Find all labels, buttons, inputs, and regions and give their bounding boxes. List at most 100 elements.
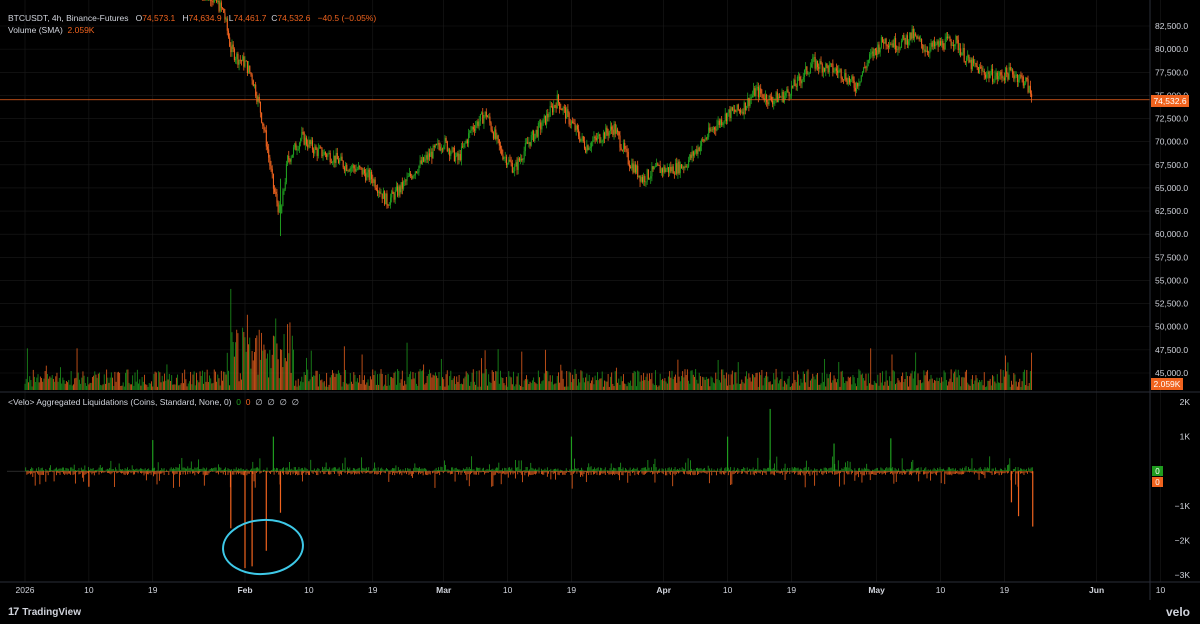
liq-bar-long — [478, 467, 480, 472]
symbol-label[interactable]: BTCUSDT, 4h, Binance-Futures — [8, 13, 128, 23]
liq-bar-short — [677, 471, 678, 473]
volume-bar — [449, 376, 451, 390]
liq-bar-long — [803, 468, 805, 472]
volume-bar — [456, 376, 458, 390]
candle-body — [496, 135, 498, 139]
liq-bar-short — [581, 471, 583, 475]
candle-body — [976, 66, 978, 68]
volume-bar — [103, 374, 105, 390]
liq-bar-short — [797, 471, 799, 475]
liq-bar-short — [830, 471, 832, 473]
liq-bar-short — [565, 471, 567, 473]
liq-bar-short — [291, 471, 293, 473]
candle-body — [631, 163, 633, 169]
liq-bar-long — [142, 469, 144, 472]
liq-bar-long — [507, 467, 509, 472]
liq-bar-short — [182, 471, 184, 475]
candle-body — [937, 41, 939, 47]
liq-bar-long — [944, 469, 946, 472]
liq-bar-long — [227, 468, 229, 472]
liq-bar-long — [531, 467, 533, 472]
liq-bar-short — [804, 471, 806, 488]
price-axis[interactable]: 82,500.080,000.077,500.075,000.072,500.0… — [1155, 21, 1188, 378]
candle-body — [397, 186, 399, 196]
liq-bar-long — [363, 468, 365, 472]
chart-canvas[interactable]: 82,500.080,000.077,500.075,000.072,500.0… — [0, 0, 1200, 624]
liq-bar-short — [940, 471, 942, 484]
volume-bar — [386, 385, 388, 390]
liq-bar-long — [382, 469, 384, 472]
candle-body — [980, 66, 982, 68]
tradingview-logo[interactable]: 17 TradingView — [8, 606, 81, 618]
candle-body — [563, 107, 565, 108]
liquidation-axis[interactable]: 2K1K−1K−2K−3K — [1175, 397, 1191, 580]
candle-body — [829, 63, 832, 65]
candle-body — [236, 53, 238, 59]
liq-bar-long — [717, 468, 719, 472]
liq-bar-short — [305, 471, 307, 475]
candle-body — [898, 47, 900, 49]
liq-bar-short — [842, 471, 844, 473]
candle-body — [947, 36, 949, 38]
volume-bar — [892, 370, 894, 390]
volume-bar — [388, 385, 390, 390]
legend-volume[interactable]: Volume (SMA) 2.059K — [8, 25, 94, 35]
volume-bar — [321, 379, 323, 390]
liq-bar-short — [889, 471, 891, 474]
candle-body — [961, 52, 963, 56]
volume-bar — [393, 372, 395, 390]
liq-bar-long — [952, 468, 954, 472]
liq-bar-short — [724, 471, 726, 475]
candle-body — [581, 136, 583, 139]
candle-body — [877, 44, 879, 55]
time-axis[interactable]: 2026 10 19 Feb 10 19 Mar 10 19 Apr 10 19 May 10 19 Jun 1… — [16, 585, 1200, 595]
liq-bar-long — [499, 470, 501, 472]
liq-bar-long — [724, 468, 726, 472]
volume-bar — [413, 378, 415, 390]
liq-bar-short — [985, 471, 987, 473]
legend-liquidations[interactable]: <Velo> Aggregated Liquidations (Coins, S… — [8, 397, 299, 408]
liq-bar-long — [428, 470, 430, 472]
volume-bar — [715, 372, 717, 390]
liq-bar-short — [966, 471, 968, 473]
liq-bar-long — [601, 468, 603, 472]
candle-body — [944, 38, 946, 50]
volume-bar — [547, 371, 549, 390]
liq-bar-long — [872, 469, 873, 472]
candle-body — [943, 48, 945, 50]
liq-bar-long — [395, 465, 397, 472]
volume-bar — [1006, 371, 1008, 390]
liq-bar-long — [882, 469, 884, 472]
liq-bar-short — [550, 471, 552, 480]
liq-bar-long — [824, 467, 826, 472]
liq-bar-short — [738, 471, 740, 473]
volume-bar — [543, 373, 545, 390]
volume-bar — [54, 381, 56, 390]
volume-bar — [488, 374, 490, 390]
liq-bar-long — [951, 468, 953, 472]
volume-bar — [226, 352, 228, 390]
liq-bar-short — [53, 471, 55, 482]
volume-bar — [850, 376, 852, 390]
volume-bar — [270, 368, 272, 390]
liq-bar-long — [114, 470, 115, 472]
liq-bar-long — [541, 468, 542, 472]
liq-bar-short — [344, 471, 346, 474]
candle-body — [1003, 77, 1005, 81]
liq-bar-long — [448, 470, 450, 472]
legend-price[interactable]: BTCUSDT, 4h, Binance-Futures O74,573.1 H… — [8, 13, 376, 23]
volume-bar — [807, 369, 809, 390]
volume-bar — [735, 372, 737, 390]
candle-body — [546, 113, 548, 125]
liq-bar-short — [472, 471, 474, 473]
volume-bar — [890, 381, 892, 390]
volume-bar — [830, 372, 831, 390]
price-series — [201, 0, 1033, 237]
volume-bar — [89, 382, 91, 390]
liq-bar-long — [492, 468, 494, 472]
candle-body — [423, 157, 425, 162]
candle-body — [710, 129, 712, 132]
candle-body — [402, 181, 405, 189]
liq-bar-short — [338, 471, 340, 477]
volume-bar — [442, 377, 443, 390]
